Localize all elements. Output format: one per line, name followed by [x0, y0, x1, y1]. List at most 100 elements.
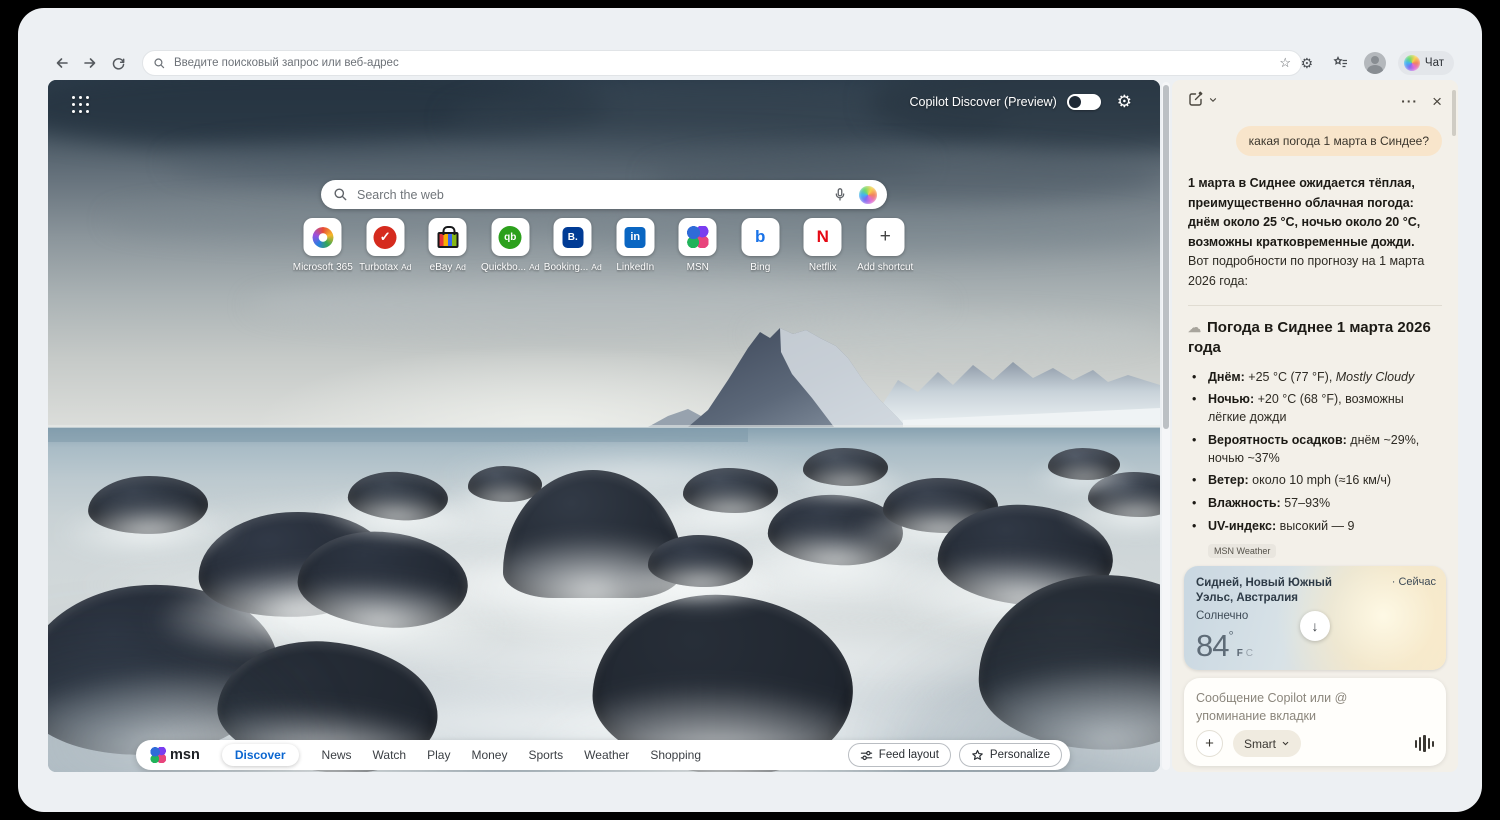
- weather-time-label: · Сейчас: [1392, 576, 1436, 606]
- shortcut-ebay[interactable]: eBayAd: [417, 218, 480, 273]
- booking-icon: B.: [554, 218, 592, 256]
- tab-money[interactable]: Money: [471, 748, 507, 762]
- msn-logo-icon[interactable]: [150, 747, 166, 763]
- favorites-bar-icon[interactable]: [1330, 52, 1352, 74]
- weather-temperature: 84°FC: [1196, 628, 1253, 664]
- shortcut-add-shortcut[interactable]: +Add shortcut: [854, 218, 917, 273]
- weather-condition: Солнечно: [1196, 610, 1248, 622]
- more-options-icon[interactable]: ···: [1401, 94, 1418, 108]
- weather-card[interactable]: Сидней, Новый Южный Уэльс, Австралия · С…: [1184, 566, 1446, 670]
- add-attachment-button[interactable]: +: [1196, 730, 1223, 757]
- copilot-composer[interactable]: Сообщение Copilot или @ упоминание вклад…: [1184, 678, 1446, 766]
- shortcut-microsoft365[interactable]: Microsoft 365: [292, 218, 355, 273]
- browser-window: Введите поисковый запрос или веб-адрес ☆…: [18, 8, 1482, 812]
- copilot-discover-label: Copilot Discover (Preview): [909, 95, 1056, 109]
- shortcut-quickbooks[interactable]: qbQuickbo...Ad: [479, 218, 542, 273]
- user-message-bubble: какая погода 1 марта в Синдее?: [1236, 126, 1442, 156]
- ebay-icon: [429, 218, 467, 256]
- copilot-icon: [1404, 55, 1420, 71]
- weather-bullet: Вероятность осадков: днём ~29%, ночью ~3…: [1188, 432, 1442, 468]
- bing-icon: b: [741, 218, 779, 256]
- page-scrollbar[interactable]: [1162, 82, 1170, 770]
- tab-weather[interactable]: Weather: [584, 748, 629, 762]
- sliders-icon: [860, 749, 873, 762]
- address-bar[interactable]: Введите поисковый запрос или веб-адрес ☆: [142, 50, 1302, 76]
- feed-layout-label: Feed layout: [879, 749, 939, 761]
- divider: [1188, 305, 1442, 306]
- copilot-sidebar: ··· × какая погода 1 марта в Синдее? 1 м…: [1172, 80, 1458, 772]
- personalize-button[interactable]: Personalize: [959, 743, 1062, 767]
- address-placeholder: Введите поисковый запрос или веб-адрес: [174, 57, 1279, 69]
- tab-sports[interactable]: Sports: [528, 748, 563, 762]
- tab-shopping[interactable]: Shopping: [650, 748, 701, 762]
- favorite-star-icon[interactable]: ☆: [1279, 55, 1291, 71]
- app-grid-icon[interactable]: [72, 96, 89, 113]
- new-chat-icon[interactable]: [1188, 91, 1204, 112]
- netflix-icon: N: [804, 218, 842, 256]
- unit-celsius[interactable]: C: [1246, 648, 1253, 659]
- chevron-down-icon: [1281, 739, 1290, 748]
- search-icon: [333, 187, 348, 202]
- weather-bullet: Ветер: около 10 mph (≈16 км/ч): [1188, 472, 1442, 490]
- tab-news[interactable]: News: [322, 748, 352, 762]
- tab-watch[interactable]: Watch: [373, 748, 407, 762]
- search-icon: [153, 57, 166, 70]
- scrollbar-thumb[interactable]: [1163, 85, 1169, 429]
- shortcuts-row: Microsoft 365✓TurbotaxAdeBayAdqbQuickbo.…: [292, 218, 917, 273]
- extensions-icon[interactable]: ⚙: [1296, 52, 1318, 74]
- mode-label: Smart: [1244, 737, 1276, 751]
- back-icon[interactable]: [50, 51, 74, 75]
- expand-weather-button[interactable]: ↓: [1300, 611, 1330, 641]
- sidebar-scrollbar[interactable]: [1452, 90, 1456, 136]
- page-settings-gear-icon[interactable]: ⚙: [1117, 93, 1132, 110]
- microsoft365-icon: [304, 218, 342, 256]
- newtab-background-image: Copilot Discover (Preview) ⚙ Search the …: [48, 80, 1160, 772]
- weather-bullet: Ночью: +20 °C (68 °F), возможны лёгкие д…: [1188, 391, 1442, 427]
- shortcut-linkedin[interactable]: inLinkedIn: [604, 218, 667, 273]
- personalize-label: Personalize: [990, 749, 1050, 761]
- mode-selector[interactable]: Smart: [1233, 730, 1301, 757]
- profile-avatar[interactable]: [1364, 52, 1386, 74]
- turbotax-icon: ✓: [366, 218, 404, 256]
- shortcut-turbotax[interactable]: ✓TurbotaxAd: [354, 218, 417, 273]
- tab-play[interactable]: Play: [427, 748, 450, 762]
- personalize-star-icon: [971, 749, 984, 762]
- answer-summary: 1 марта в Сиднее ожидается тёплая, преим…: [1188, 176, 1420, 249]
- user-message-row: какая погода 1 марта в Синдее?: [1188, 126, 1442, 156]
- weather-location: Сидней, Новый Южный Уэльс, Австралия: [1196, 576, 1364, 606]
- close-icon[interactable]: ×: [1432, 93, 1442, 110]
- refresh-icon[interactable]: [106, 51, 130, 75]
- composer-placeholder: Сообщение Copilot или @ упоминание вклад…: [1196, 689, 1411, 725]
- shortcut-netflix[interactable]: NNetflix: [792, 218, 855, 273]
- web-search-input[interactable]: Search the web: [321, 180, 887, 209]
- weather-bullet: Влажность: 57–93%: [1188, 495, 1442, 513]
- msn-icon: [679, 218, 717, 256]
- tab-discover[interactable]: Discover: [222, 744, 299, 766]
- answer-intro: Вот подробности по прогнозу на 1 марта 2…: [1188, 254, 1424, 288]
- copilot-chat-button[interactable]: Чат: [1398, 51, 1454, 75]
- shortcut-msn[interactable]: MSN: [667, 218, 730, 273]
- copilot-icon[interactable]: [859, 186, 877, 204]
- weather-bullets: Днём: +25 °C (77 °F), Mostly Cloudy Ночью…: [1188, 369, 1442, 536]
- toolbar-right: ⚙ Чат: [1296, 48, 1454, 78]
- shortcut-booking[interactable]: B.Booking...Ad: [542, 218, 605, 273]
- mic-icon[interactable]: [833, 187, 847, 202]
- search-placeholder: Search the web: [357, 188, 833, 202]
- shortcut-bing[interactable]: bBing: [729, 218, 792, 273]
- copilot-discover-row: Copilot Discover (Preview) ⚙: [909, 93, 1132, 110]
- weather-section-title: ☁Погода в Сиднее 1 марта 2026 года: [1188, 318, 1442, 359]
- copilot-answer: 1 марта в Сиднее ожидается тёплая, преим…: [1188, 174, 1442, 291]
- browser-toolbar: Введите поисковый запрос или веб-адрес ☆: [18, 48, 1482, 78]
- unit-fahrenheit[interactable]: F: [1237, 648, 1243, 659]
- cloud-icon: ☁: [1188, 320, 1201, 335]
- chevron-down-icon[interactable]: [1208, 92, 1218, 110]
- forward-icon[interactable]: [78, 51, 102, 75]
- source-badge[interactable]: MSN Weather: [1208, 544, 1276, 558]
- weather-bullet: Днём: +25 °C (77 °F), Mostly Cloudy: [1188, 369, 1442, 387]
- copilot-discover-toggle[interactable]: [1067, 94, 1101, 110]
- weather-bullet: UV-индекс: высокий — 9: [1188, 518, 1442, 536]
- voice-input-icon[interactable]: [1415, 735, 1434, 752]
- feed-layout-button[interactable]: Feed layout: [848, 743, 951, 767]
- msn-logo-text[interactable]: msn: [170, 747, 200, 763]
- footer-tabs: Discover News Watch Play Money Sports Weather S…: [222, 744, 701, 766]
